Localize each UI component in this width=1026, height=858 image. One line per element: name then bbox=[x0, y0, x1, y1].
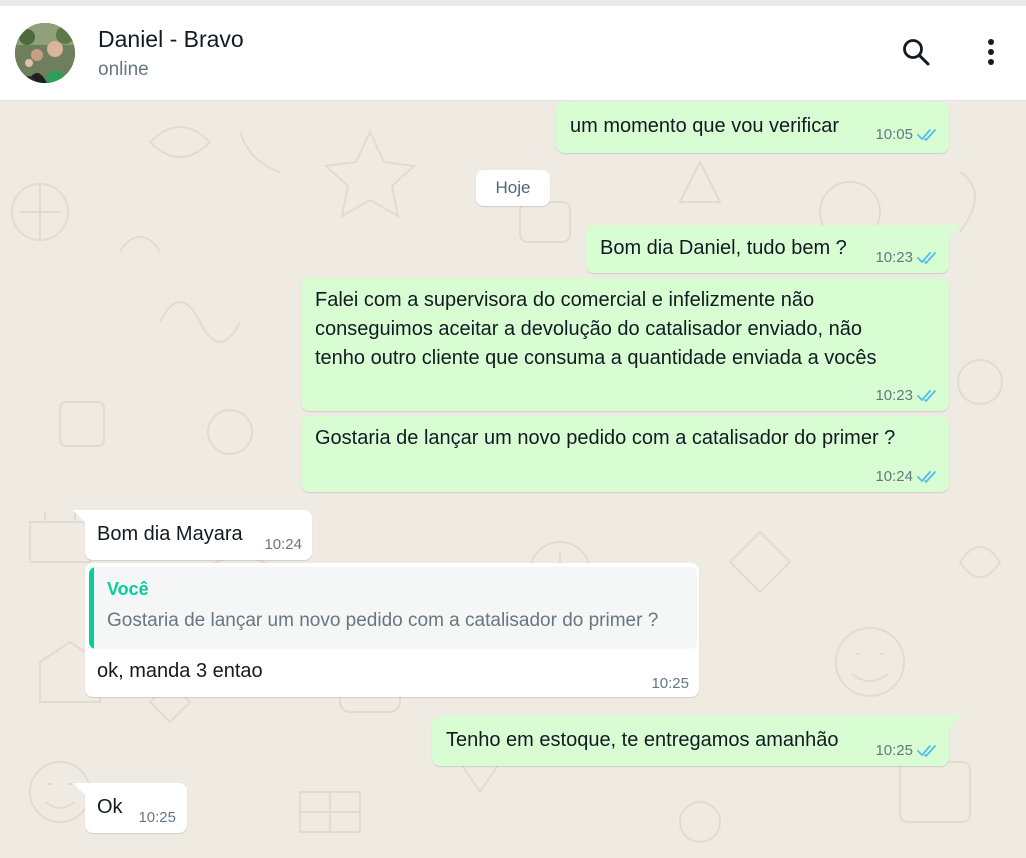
message-meta: 10:25 bbox=[875, 742, 939, 759]
message-time: 10:25 bbox=[138, 809, 176, 826]
contact-status: online bbox=[98, 59, 149, 80]
conversation-panel[interactable]: um momento que vou verificar 10:05 Hoje … bbox=[0, 102, 1026, 858]
message-time: 10:25 bbox=[875, 742, 913, 759]
date-divider: Hoje bbox=[476, 170, 550, 206]
message-meta: 10:23 bbox=[875, 249, 939, 266]
read-receipt-icon bbox=[917, 389, 939, 403]
quoted-message[interactable]: Você Gostaria de lançar um novo pedido c… bbox=[89, 567, 697, 649]
read-receipt-icon bbox=[917, 128, 939, 142]
bubble-tail bbox=[73, 783, 87, 797]
message-time: 10:24 bbox=[264, 536, 302, 553]
message-bubble-outgoing[interactable]: Bom dia Daniel, tudo bem ? 10:23 bbox=[586, 225, 961, 273]
contact-avatar[interactable] bbox=[15, 23, 75, 83]
message-bubble-outgoing[interactable]: Tenho em estoque, te entregamos amanhão … bbox=[432, 716, 961, 766]
message-line: Falei com a supervisora do comercial e i… bbox=[315, 289, 815, 311]
message-text: um momento que vou verificar bbox=[570, 115, 840, 137]
message-bubble-incoming[interactable]: Bom dia Mayara 10:24 bbox=[73, 510, 312, 560]
contact-name[interactable]: Daniel - Bravo bbox=[98, 26, 244, 53]
bubble-tail bbox=[947, 716, 961, 730]
message-time: 10:25 bbox=[651, 675, 689, 692]
quote-accent-bar bbox=[89, 567, 94, 649]
message-bubble-incoming[interactable]: Você Gostaria de lançar um novo pedido c… bbox=[85, 563, 699, 697]
message-line: tenho outro cliente que consuma a quanti… bbox=[315, 347, 877, 369]
read-receipt-icon bbox=[917, 744, 939, 758]
message-bubble-outgoing[interactable]: Falei com a supervisora do comercial e i… bbox=[301, 278, 949, 411]
message-meta: 10:24 bbox=[875, 468, 939, 485]
more-vertical-icon bbox=[988, 39, 994, 65]
message-time: 10:05 bbox=[875, 126, 913, 143]
message-time: 10:23 bbox=[875, 387, 913, 404]
menu-button[interactable] bbox=[971, 32, 1011, 72]
message-text: Ok bbox=[97, 796, 123, 818]
message-bubble-outgoing[interactable]: um momento que vou verificar 10:05 bbox=[556, 102, 949, 153]
read-receipt-icon bbox=[917, 251, 939, 265]
message-bubble-incoming[interactable]: Ok 10:25 bbox=[73, 783, 187, 833]
search-button[interactable] bbox=[896, 32, 936, 72]
message-meta: 10:05 bbox=[875, 126, 939, 143]
message-time: 10:24 bbox=[875, 468, 913, 485]
message-text: Gostaria de lançar um novo pedido com a … bbox=[315, 427, 896, 449]
message-meta: 10:25 bbox=[651, 675, 689, 692]
read-receipt-icon bbox=[917, 470, 939, 484]
message-line: conseguimos aceitar a devolução do catal… bbox=[315, 318, 863, 340]
quote-text: Gostaria de lançar um novo pedido com a … bbox=[107, 610, 659, 631]
message-text: Bom dia Daniel, tudo bem ? bbox=[600, 237, 847, 259]
chat-header: Daniel - Bravo online bbox=[0, 6, 1026, 101]
message-meta: 10:23 bbox=[875, 387, 939, 404]
message-meta: 10:25 bbox=[138, 809, 176, 826]
message-bubble-outgoing[interactable]: Gostaria de lançar um novo pedido com a … bbox=[301, 416, 949, 492]
quote-author: Você bbox=[107, 579, 149, 599]
bubble-tail bbox=[73, 510, 87, 524]
message-text: Bom dia Mayara bbox=[97, 523, 243, 545]
bubble-tail bbox=[947, 225, 961, 239]
message-text: Tenho em estoque, te entregamos amanhão bbox=[446, 729, 839, 751]
message-time: 10:23 bbox=[875, 249, 913, 266]
search-icon bbox=[903, 39, 930, 66]
avatar-photo bbox=[15, 23, 75, 83]
message-meta: 10:24 bbox=[264, 536, 302, 553]
message-text: ok, manda 3 entao bbox=[97, 660, 263, 682]
